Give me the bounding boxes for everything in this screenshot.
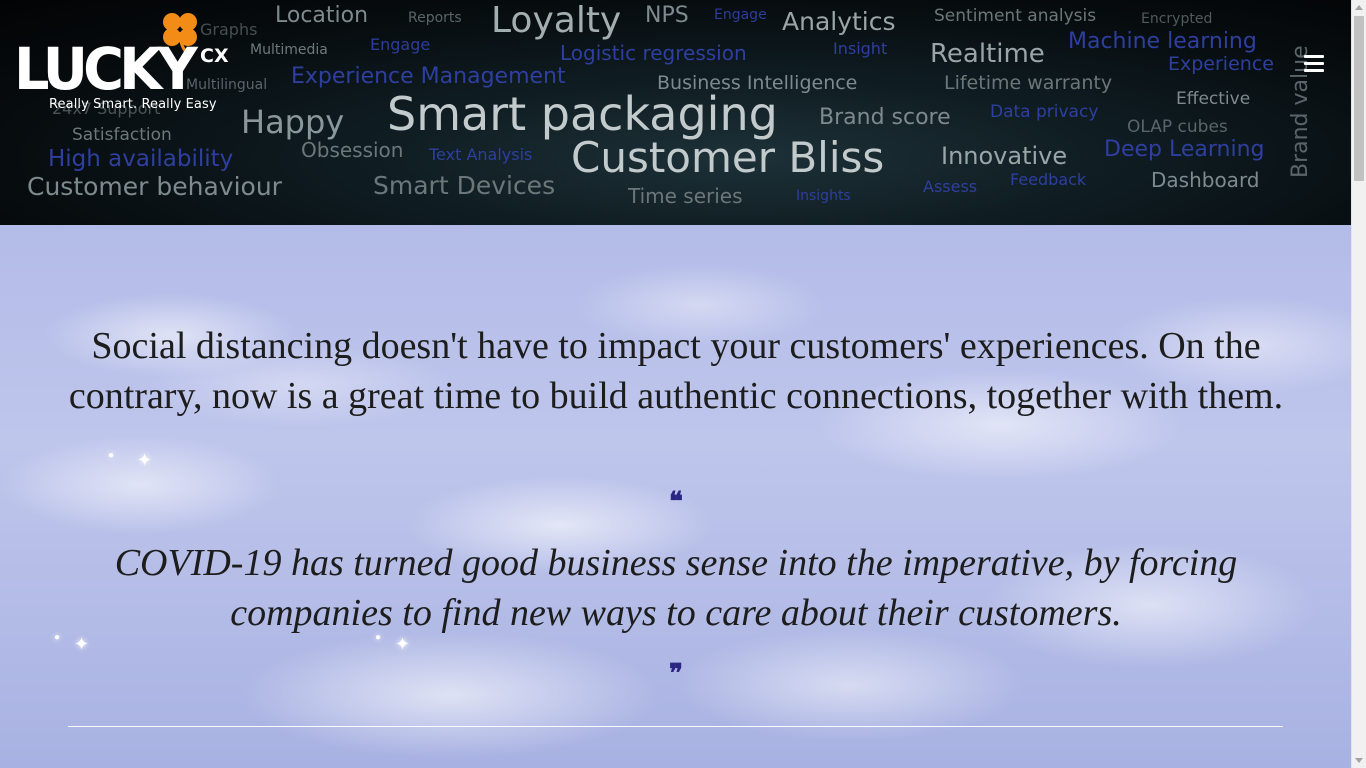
word-cloud-term: Machine learning [1068,29,1257,54]
word-cloud-term: Brand score [819,105,951,130]
word-cloud-term: Reports [408,10,462,26]
word-cloud-term: Innovative [941,142,1068,170]
word-cloud-term: Dashboard [1151,168,1260,192]
scrollbar-thumb[interactable] [1354,16,1364,181]
word-cloud-term: Engage [370,35,431,54]
word-cloud-term: High availability [48,146,234,172]
word-cloud-term: Logistic regression [560,41,747,65]
quote-close-icon: ❞ [669,659,683,689]
word-cloud-term: Loyalty [491,0,622,41]
word-cloud-term: Data privacy [990,102,1099,122]
scroll-down-arrow-icon[interactable] [1355,758,1363,763]
word-cloud-term: Engage [714,7,767,23]
word-cloud-term: Customer Bliss [571,133,885,182]
word-cloud-term: Insights [796,188,851,204]
word-cloud-term: Lifetime warranty [944,72,1113,94]
word-cloud-term: Deep Learning [1104,137,1265,162]
logo-wordmark: LUCKY [14,35,198,103]
main-content: ✦ ✦ ✦ ● ● ● Social distancing doesn't ha… [0,225,1351,768]
word-cloud-term: Satisfaction [72,125,172,145]
quote-text: COVID-19 has turned good business sense … [114,542,1238,634]
divider [68,726,1283,727]
word-cloud-term: NPS [645,3,689,28]
word-cloud-term: Assess [923,177,978,196]
sparkle-icon: ● [108,450,115,461]
word-cloud-term: Text Analysis [429,145,533,164]
logo-suffix: CX [200,45,229,67]
header-banner: Location Reports Loyalty NPS Engage Analytics… [0,0,1351,225]
logo-tagline: Really Smart. Really Easy [49,97,217,112]
word-cloud-term: Happy [241,103,345,141]
word-cloud-term: OLAP cubes [1127,117,1228,137]
word-cloud-term: Sentiment analysis [934,6,1097,26]
word-cloud-term: Experience Management [291,64,566,89]
vertical-scrollbar[interactable] [1351,0,1366,768]
lucky-cx-logo[interactable]: LUCKY CX Really Smart. Really Easy [12,8,242,118]
sparkle-icon: ✦ [137,450,153,470]
word-cloud-term: Analytics [782,7,896,36]
word-cloud-term: Customer behaviour [27,172,282,201]
word-cloud-term: Smart Devices [373,171,556,200]
intro-paragraph: Social distancing doesn't have to impact… [68,325,1284,417]
word-cloud-term: Experience [1168,53,1274,75]
word-cloud-term: Realtime [930,39,1045,69]
word-cloud-term: Insight [833,39,888,58]
word-cloud-term: Time series [628,184,743,208]
word-cloud-term: Feedback [1010,170,1087,189]
word-cloud-term: Encrypted [1141,11,1213,27]
quote-open-icon: ❝ [669,487,683,517]
word-cloud-term: Obsession [301,138,404,162]
word-cloud-term: Multimedia [250,42,328,58]
hamburger-menu-icon[interactable] [1298,50,1330,78]
word-cloud-term: Location [275,3,369,28]
word-cloud-term: Effective [1176,89,1251,109]
word-cloud-term: Smart packaging [387,87,778,141]
scroll-up-arrow-icon[interactable] [1355,5,1363,10]
